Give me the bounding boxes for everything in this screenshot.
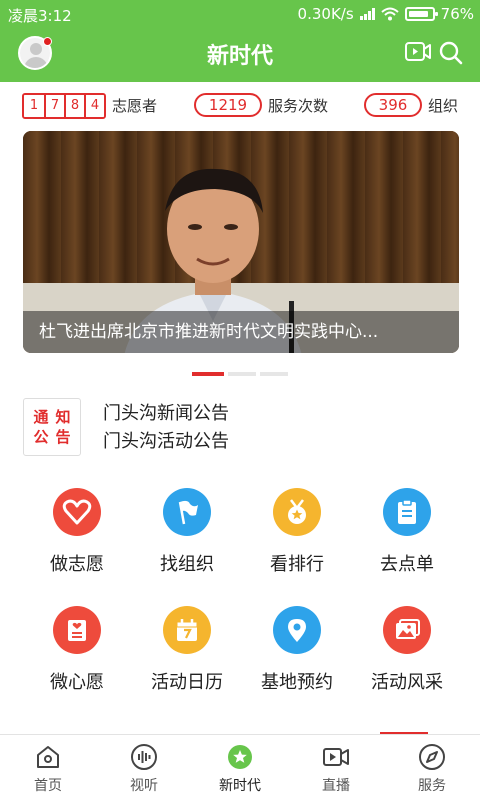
grid-label: 基地预约 bbox=[261, 672, 333, 693]
live-video-icon bbox=[323, 748, 349, 766]
tab-media[interactable]: 视听 bbox=[96, 735, 192, 800]
status-bar: 凌晨3:12 0.30K/s 76% bbox=[0, 0, 480, 28]
carousel-dot[interactable] bbox=[192, 372, 224, 376]
battery-level: 76% bbox=[440, 5, 474, 23]
banner-caption: 杜飞进出席北京市推进新时代文明实践中心... bbox=[23, 311, 459, 353]
clipboard-icon bbox=[383, 488, 431, 536]
grid-label: 做志愿 bbox=[50, 554, 104, 575]
service-count-badge: 1219 bbox=[194, 93, 262, 117]
battery-icon bbox=[404, 7, 438, 21]
grid-label: 微心愿 bbox=[50, 672, 104, 693]
photo-album-icon bbox=[383, 606, 431, 654]
star-badge-icon bbox=[228, 745, 252, 769]
search-icon[interactable] bbox=[438, 40, 464, 66]
app-header: 凌晨3:12 0.30K/s 76% 新时代 bbox=[0, 0, 480, 82]
tab-label: 服务 bbox=[418, 778, 446, 794]
bottom-tab-bar: 首页 视听 新时代 直播 服务 bbox=[0, 734, 480, 800]
tab-live[interactable]: 直播 bbox=[288, 735, 384, 800]
grid-label: 活动日历 bbox=[151, 672, 223, 693]
tab-label: 视听 bbox=[130, 778, 158, 794]
home-icon bbox=[37, 746, 59, 768]
service-count-label: 服务次数 bbox=[268, 97, 329, 115]
medal-icon bbox=[273, 488, 321, 536]
counter-digit: 4 bbox=[84, 95, 104, 117]
tab-home[interactable]: 首页 bbox=[0, 735, 96, 800]
notice-item[interactable]: 门头沟新闻公告 bbox=[103, 400, 229, 428]
grid-label: 看排行 bbox=[270, 554, 324, 575]
status-time: 凌晨3:12 bbox=[8, 7, 72, 25]
counter-digit: 1 bbox=[24, 95, 44, 117]
location-pin-icon bbox=[273, 606, 321, 654]
wish-list-icon bbox=[53, 606, 101, 654]
notice-badge-char: 知 bbox=[55, 408, 71, 426]
network-speed: 0.30K/s bbox=[297, 5, 354, 23]
notice-list: 门头沟新闻公告 门头沟活动公告 bbox=[103, 400, 229, 456]
heart-icon bbox=[53, 488, 101, 536]
audio-wave-icon bbox=[131, 744, 157, 770]
notice-badge-char: 公 bbox=[33, 428, 49, 446]
video-camera-icon[interactable] bbox=[404, 40, 432, 64]
compass-icon bbox=[419, 744, 445, 770]
grid-item-gallery[interactable]: 活动风采 bbox=[352, 606, 462, 694]
stats-row: 1 7 8 4 志愿者 1219 服务次数 396 组织 bbox=[22, 92, 462, 120]
news-banner[interactable]: 杜飞进出席北京市推进新时代文明实践中心... bbox=[23, 131, 459, 353]
grid-label: 去点单 bbox=[380, 554, 434, 575]
carousel-dot[interactable] bbox=[260, 372, 288, 376]
grid-label: 找组织 bbox=[160, 554, 214, 575]
grid-item-volunteer[interactable]: 做志愿 bbox=[22, 488, 132, 576]
grid-item-calendar[interactable]: 活动日历 bbox=[132, 606, 242, 694]
grid-item-order[interactable]: 去点单 bbox=[352, 488, 462, 576]
announcement-section: 通 知 公 告 门头沟新闻公告 门头沟活动公告 bbox=[23, 398, 463, 458]
org-count-label: 组织 bbox=[428, 97, 459, 115]
notice-badge: 通 知 公 告 bbox=[23, 398, 81, 456]
notice-item[interactable]: 门头沟活动公告 bbox=[103, 428, 229, 456]
grid-item-wish[interactable]: 微心愿 bbox=[22, 606, 132, 694]
app-root: 凌晨3:12 0.30K/s 76% 新时代 1 7 8 4 志愿者 1219 … bbox=[0, 0, 480, 800]
calendar-icon bbox=[163, 606, 211, 654]
notice-badge-char: 告 bbox=[55, 428, 71, 446]
navbar: 新时代 bbox=[0, 28, 480, 82]
volunteer-label: 志愿者 bbox=[112, 97, 158, 115]
carousel-dot[interactable] bbox=[228, 372, 256, 376]
grid-item-ranking[interactable]: 看排行 bbox=[242, 488, 352, 576]
carousel-indicator bbox=[0, 372, 480, 376]
grid-label: 活动风采 bbox=[371, 672, 443, 693]
grid-item-base-booking[interactable]: 基地预约 bbox=[242, 606, 352, 694]
flag-icon bbox=[163, 488, 211, 536]
wifi-icon bbox=[380, 7, 399, 21]
signal-icon bbox=[359, 8, 375, 20]
function-grid: 做志愿 找组织 看排行 去点单 微心愿 活动日历 基地预约 活动风采 bbox=[22, 488, 462, 694]
notice-badge-char: 通 bbox=[33, 408, 49, 426]
tab-label: 首页 bbox=[34, 778, 62, 794]
tab-label: 直播 bbox=[322, 778, 350, 794]
grid-item-find-org[interactable]: 找组织 bbox=[132, 488, 242, 576]
tab-new-era[interactable]: 新时代 bbox=[192, 735, 288, 800]
counter-digit: 8 bbox=[64, 95, 84, 117]
tab-label: 新时代 bbox=[219, 778, 261, 794]
counter-digit: 7 bbox=[44, 95, 64, 117]
status-right: 0.30K/s 76% bbox=[298, 5, 474, 23]
volunteer-counter: 1 7 8 4 bbox=[22, 93, 106, 119]
tab-service[interactable]: 服务 bbox=[384, 735, 480, 800]
org-count-badge: 396 bbox=[364, 93, 422, 117]
